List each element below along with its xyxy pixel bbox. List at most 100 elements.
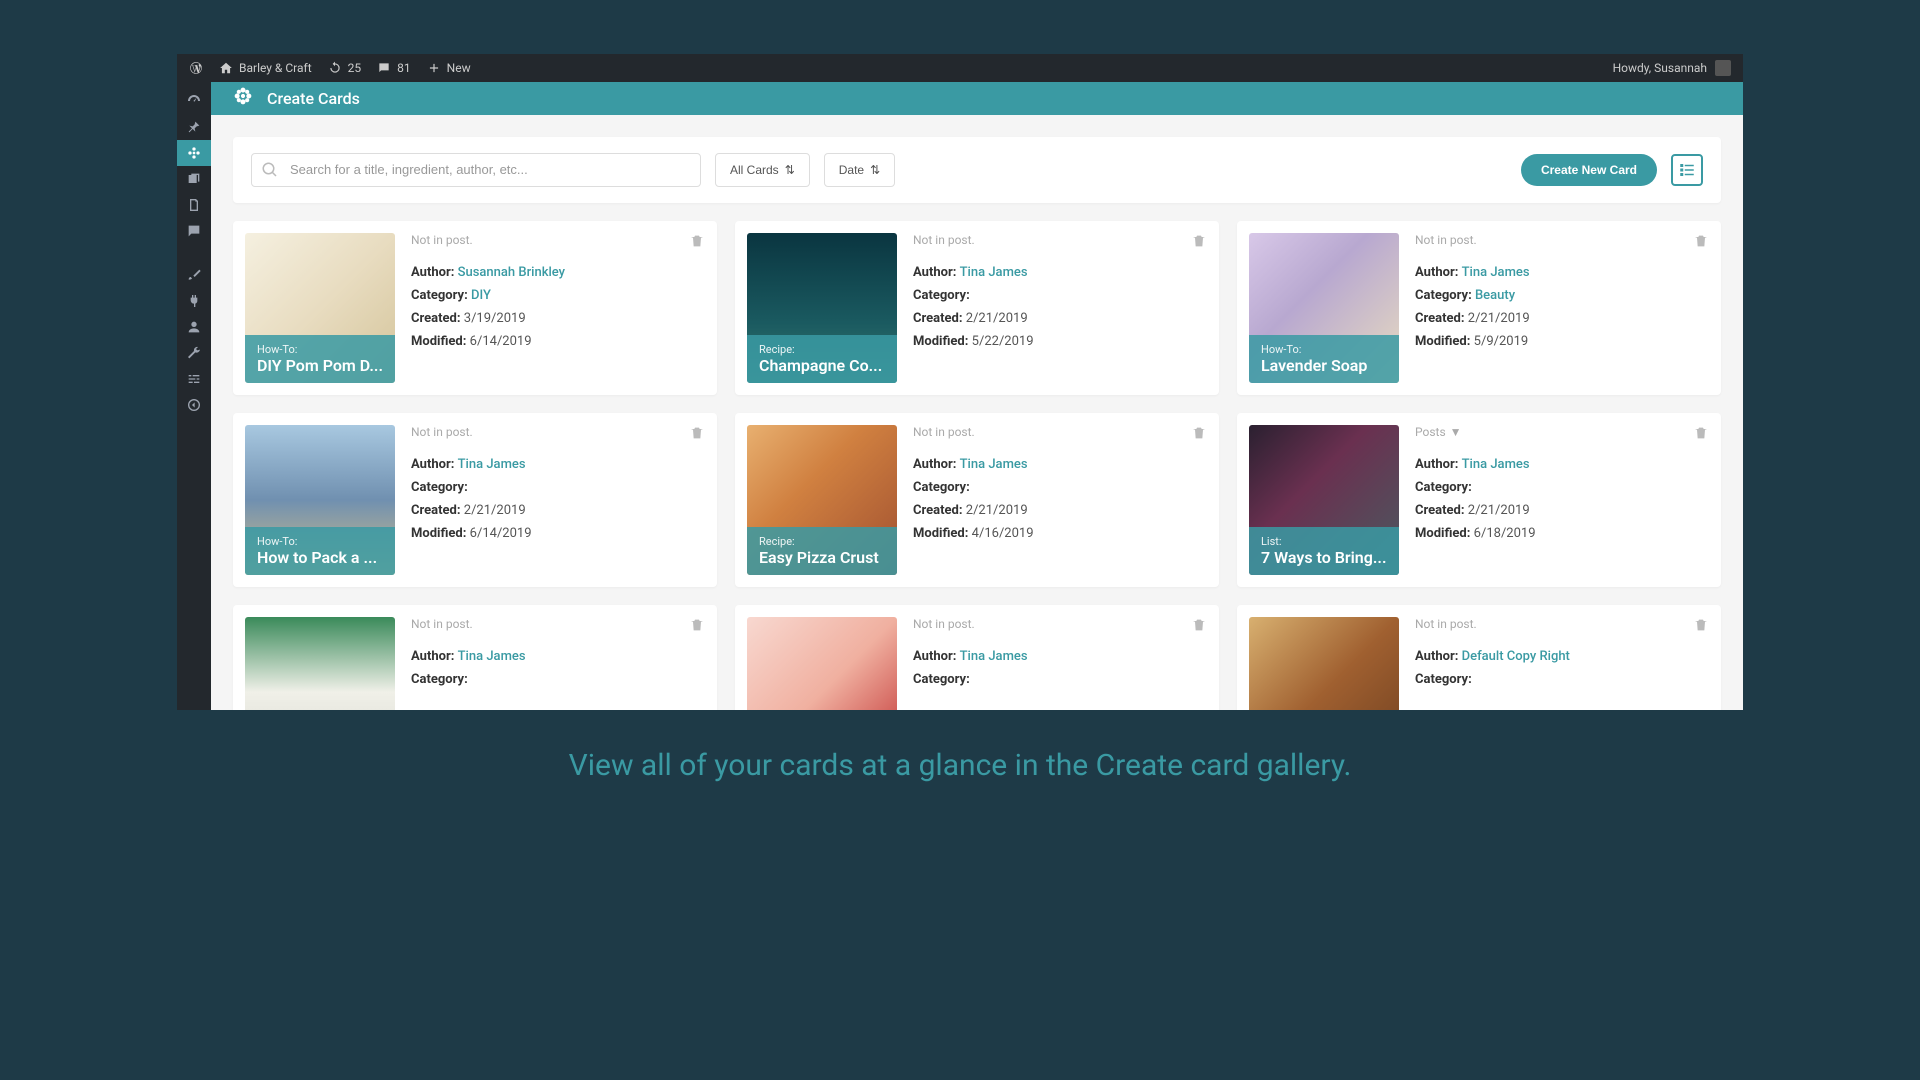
card-author[interactable]: Tina James — [960, 457, 1028, 472]
card-author[interactable]: Tina James — [960, 649, 1028, 664]
sidebar-media[interactable] — [177, 166, 211, 192]
card-modified: 6/18/2019 — [1474, 526, 1536, 541]
card-author[interactable]: Default Copy Right — [1462, 649, 1570, 664]
sidebar-dashboard[interactable] — [177, 88, 211, 114]
card-author[interactable]: Tina James — [458, 457, 526, 472]
refresh-count: 25 — [348, 61, 362, 75]
chat-icon — [186, 223, 202, 239]
card-author[interactable]: Tina James — [1462, 457, 1530, 472]
delete-card-button[interactable] — [1693, 425, 1709, 445]
card-author[interactable]: Tina James — [1462, 265, 1530, 280]
card-thumbnail[interactable]: Recipe:Champagne Co... — [747, 233, 897, 383]
card-category[interactable]: Beauty — [1475, 288, 1515, 303]
card-item[interactable]: Not in post.Author: Tina JamesCategory: — [233, 605, 717, 710]
card-type-label: How-To: — [257, 343, 383, 356]
card-type-label: List: — [1261, 535, 1387, 548]
wordpress-icon — [189, 61, 203, 75]
card-item[interactable]: How-To:Lavender SoapNot in post.Author: … — [1237, 221, 1721, 395]
updates-link[interactable]: 25 — [328, 61, 362, 75]
card-modified: 6/14/2019 — [470, 526, 532, 541]
brush-icon — [186, 267, 202, 283]
delete-card-button[interactable] — [1693, 233, 1709, 253]
new-content-link[interactable]: New — [427, 61, 471, 75]
card-post-status: Not in post. — [1415, 233, 1709, 247]
comments-link[interactable]: 81 — [377, 61, 411, 75]
sidebar-pages[interactable] — [177, 192, 211, 218]
card-post-status: Not in post. — [411, 617, 705, 631]
card-item[interactable]: Recipe:Champagne Co...Not in post.Author… — [735, 221, 1219, 395]
sidebar-comments[interactable] — [177, 218, 211, 244]
sidebar-tools[interactable] — [177, 340, 211, 366]
card-post-status: Not in post. — [913, 425, 1207, 439]
card-post-status: Not in post. — [913, 233, 1207, 247]
gauge-icon — [186, 93, 202, 109]
sidebar-settings[interactable] — [177, 366, 211, 392]
card-post-status[interactable]: Posts ▼ — [1415, 425, 1709, 439]
new-label: New — [447, 61, 471, 75]
delete-card-button[interactable] — [689, 425, 705, 445]
card-item[interactable]: How-To:How to Pack a ...Not in post.Auth… — [233, 413, 717, 587]
card-author[interactable]: Tina James — [960, 265, 1028, 280]
card-grid: How-To:DIY Pom Pom D... Not in post.Autho… — [233, 221, 1721, 710]
comment-icon — [377, 61, 391, 75]
avatar[interactable] — [1715, 60, 1731, 76]
greeting[interactable]: Howdy, Susannah — [1613, 61, 1707, 75]
delete-card-button[interactable] — [1191, 425, 1207, 445]
delete-card-button[interactable] — [1191, 617, 1207, 637]
card-item[interactable]: List:7 Ways to Bring...Posts ▼Author: Ti… — [1237, 413, 1721, 587]
card-item[interactable]: How-To:DIY Pom Pom D...Not in post.Autho… — [233, 221, 717, 395]
delete-card-button[interactable] — [1693, 617, 1709, 637]
delete-card-button[interactable] — [1191, 233, 1207, 253]
card-category[interactable]: DIY — [471, 288, 491, 303]
card-author[interactable]: Susannah Brinkley — [458, 265, 565, 280]
card-created: 2/21/2019 — [1468, 311, 1530, 326]
sidebar-plugins[interactable] — [177, 288, 211, 314]
sidebar-users[interactable] — [177, 314, 211, 340]
create-new-card-button[interactable]: Create New Card — [1521, 154, 1657, 186]
site-name: Barley & Craft — [239, 61, 312, 75]
card-title: Easy Pizza Crust — [759, 548, 885, 567]
card-post-status: Not in post. — [411, 233, 705, 247]
refresh-icon — [328, 61, 342, 75]
sidebar-create-cards[interactable] — [177, 140, 211, 166]
chevron-down-icon: ▼ — [1450, 425, 1462, 439]
site-name-link[interactable]: Barley & Craft — [219, 61, 312, 75]
card-author[interactable]: Tina James — [458, 649, 526, 664]
sort-icon: ⇅ — [785, 163, 795, 177]
sidebar-appearance[interactable] — [177, 262, 211, 288]
search-input[interactable] — [251, 153, 701, 187]
delete-card-button[interactable] — [689, 617, 705, 637]
filter-date[interactable]: Date⇅ — [824, 153, 895, 187]
card-thumbnail[interactable] — [245, 617, 395, 710]
card-item[interactable]: Not in post.Author: Default Copy RightCa… — [1237, 605, 1721, 710]
delete-card-button[interactable] — [689, 233, 705, 253]
plus-icon — [427, 61, 441, 75]
sidebar-posts[interactable] — [177, 114, 211, 140]
sidebar-collapse[interactable] — [177, 392, 211, 418]
wp-logo[interactable] — [189, 61, 203, 75]
card-thumbnail[interactable] — [1249, 617, 1399, 710]
card-item[interactable]: Not in post.Author: Tina JamesCategory: — [735, 605, 1219, 710]
card-created: 2/21/2019 — [966, 503, 1028, 518]
list-view-toggle[interactable] — [1671, 154, 1703, 186]
media-icon — [186, 171, 202, 187]
card-thumbnail[interactable]: How-To:Lavender Soap — [1249, 233, 1399, 383]
card-item[interactable]: Recipe:Easy Pizza CrustNot in post.Autho… — [735, 413, 1219, 587]
card-thumbnail[interactable]: How-To:How to Pack a ... — [245, 425, 395, 575]
card-thumbnail[interactable]: List:7 Ways to Bring... — [1249, 425, 1399, 575]
pin-icon — [186, 119, 202, 135]
card-thumbnail[interactable] — [747, 617, 897, 710]
toolbar: All Cards⇅ Date⇅ Create New Card — [233, 137, 1721, 203]
wp-admin-frame: Barley & Craft 25 81 New Howdy, Susannah — [177, 54, 1743, 710]
wrench-icon — [186, 345, 202, 361]
card-created: 2/21/2019 — [966, 311, 1028, 326]
page-title: Create Cards — [267, 89, 360, 108]
card-title: How to Pack a ... — [257, 548, 383, 567]
user-icon — [186, 319, 202, 335]
flower-icon — [233, 86, 253, 110]
sort-icon: ⇅ — [870, 163, 880, 177]
filter-all-cards[interactable]: All Cards⇅ — [715, 153, 810, 187]
card-post-status: Not in post. — [913, 617, 1207, 631]
card-thumbnail[interactable]: How-To:DIY Pom Pom D... — [245, 233, 395, 383]
card-thumbnail[interactable]: Recipe:Easy Pizza Crust — [747, 425, 897, 575]
